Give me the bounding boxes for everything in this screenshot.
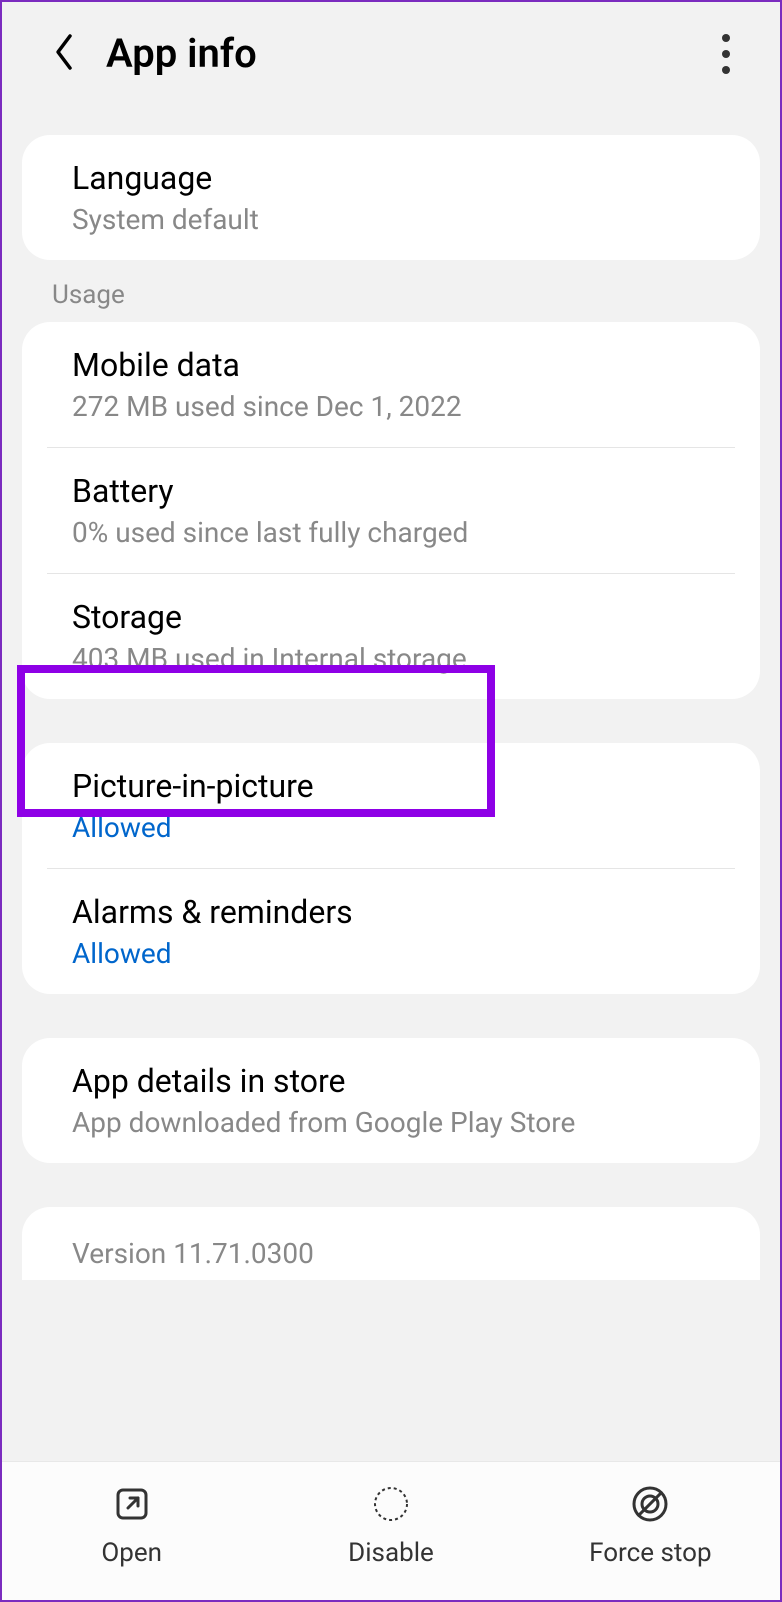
- language-item[interactable]: Language System default: [22, 135, 760, 260]
- version-text: Version 11.71.0300: [72, 1237, 725, 1270]
- disable-icon: [369, 1482, 413, 1526]
- version-section: Version 11.71.0300: [22, 1207, 760, 1280]
- force-stop-label: Force stop: [589, 1538, 711, 1568]
- mobile-data-title: Mobile data: [72, 346, 725, 384]
- usage-card: Mobile data 272 MB used since Dec 1, 202…: [22, 322, 760, 699]
- open-label: Open: [101, 1538, 162, 1568]
- store-item[interactable]: App details in store App downloaded from…: [22, 1038, 760, 1163]
- alarms-item[interactable]: Alarms & reminders Allowed: [22, 869, 760, 994]
- alarms-sub: Allowed: [72, 937, 725, 970]
- pip-title: Picture-in-picture: [72, 767, 725, 805]
- back-icon[interactable]: [52, 32, 76, 76]
- storage-sub: 403 MB used in Internal storage: [72, 642, 725, 675]
- store-sub: App downloaded from Google Play Store: [72, 1106, 725, 1139]
- page-title: App info: [106, 30, 257, 77]
- language-title: Language: [72, 159, 725, 197]
- battery-sub: 0% used since last fully charged: [72, 516, 725, 549]
- open-button[interactable]: Open: [2, 1482, 261, 1568]
- store-title: App details in store: [72, 1062, 725, 1100]
- storage-item[interactable]: Storage 403 MB used in Internal storage: [22, 574, 760, 699]
- permissions-card: Picture-in-picture Allowed Alarms & remi…: [22, 743, 760, 994]
- battery-item[interactable]: Battery 0% used since last fully charged: [22, 448, 760, 573]
- language-card: Language System default: [22, 135, 760, 260]
- alarms-title: Alarms & reminders: [72, 893, 725, 931]
- force-stop-icon: [628, 1482, 672, 1526]
- overflow-menu-icon[interactable]: [722, 34, 750, 74]
- language-sub: System default: [72, 203, 725, 236]
- open-icon: [110, 1482, 154, 1526]
- force-stop-button[interactable]: Force stop: [521, 1482, 780, 1568]
- pip-item[interactable]: Picture-in-picture Allowed: [22, 743, 760, 868]
- battery-title: Battery: [72, 472, 725, 510]
- mobile-data-sub: 272 MB used since Dec 1, 2022: [72, 390, 725, 423]
- header: App info: [2, 2, 780, 105]
- pip-sub: Allowed: [72, 811, 725, 844]
- disable-label: Disable: [348, 1538, 434, 1568]
- store-card: App details in store App downloaded from…: [22, 1038, 760, 1163]
- disable-button[interactable]: Disable: [261, 1482, 520, 1568]
- mobile-data-item[interactable]: Mobile data 272 MB used since Dec 1, 202…: [22, 322, 760, 447]
- usage-section-header: Usage: [2, 260, 780, 322]
- bottom-bar: Open Disable Force stop: [2, 1461, 780, 1600]
- header-left: App info: [52, 30, 257, 77]
- storage-title: Storage: [72, 598, 725, 636]
